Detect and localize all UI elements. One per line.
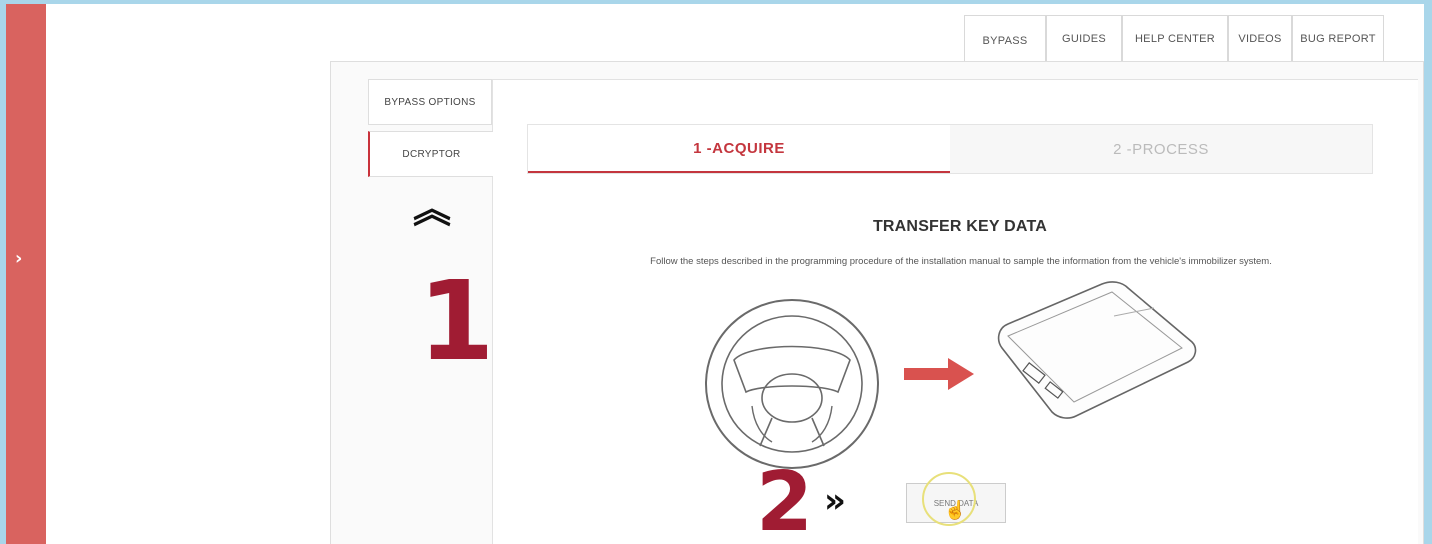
chevron-right-icon[interactable]: ›	[15, 248, 22, 269]
app-frame: › BYPASS GUIDES HELP CENTER VIDEOS BUG R…	[6, 4, 1424, 544]
tab-bypass[interactable]: BYPASS	[964, 15, 1046, 65]
side-tab-dcryptor[interactable]: DCRYPTOR	[368, 131, 493, 177]
top-tab-bar: BYPASS GUIDES HELP CENTER VIDEOS BUG REP…	[964, 15, 1384, 65]
tab-bug-report[interactable]: BUG REPORT	[1292, 15, 1384, 61]
side-tab-bypass-options[interactable]: BYPASS OPTIONS	[368, 79, 492, 125]
double-chevron-up-icon: ︽	[413, 187, 452, 231]
section-title: TRANSFER KEY DATA	[872, 218, 1048, 235]
step-acquire[interactable]: 1 -ACQUIRE	[528, 125, 950, 173]
double-chevron-right-icon: »	[824, 481, 846, 521]
step-marker-1: 1	[418, 257, 495, 385]
arrow-right-icon	[904, 358, 974, 390]
step-tabs: 1 -ACQUIRE 2 -PROCESS	[527, 124, 1373, 174]
tab-videos[interactable]: VIDEOS	[1228, 15, 1292, 61]
tab-help-center[interactable]: HELP CENTER	[1122, 15, 1228, 61]
collapsed-sidebar[interactable]: ›	[6, 4, 46, 544]
step-process[interactable]: 2 -PROCESS	[950, 125, 1372, 173]
tab-guides[interactable]: GUIDES	[1046, 15, 1122, 61]
bypass-module-icon	[997, 281, 1197, 419]
hand-cursor-icon: ☝	[944, 500, 967, 520]
steering-wheel-icon	[705, 299, 879, 469]
step-marker-2: 2	[756, 455, 814, 544]
instructions-text: Follow the steps described in the progra…	[650, 256, 1272, 267]
